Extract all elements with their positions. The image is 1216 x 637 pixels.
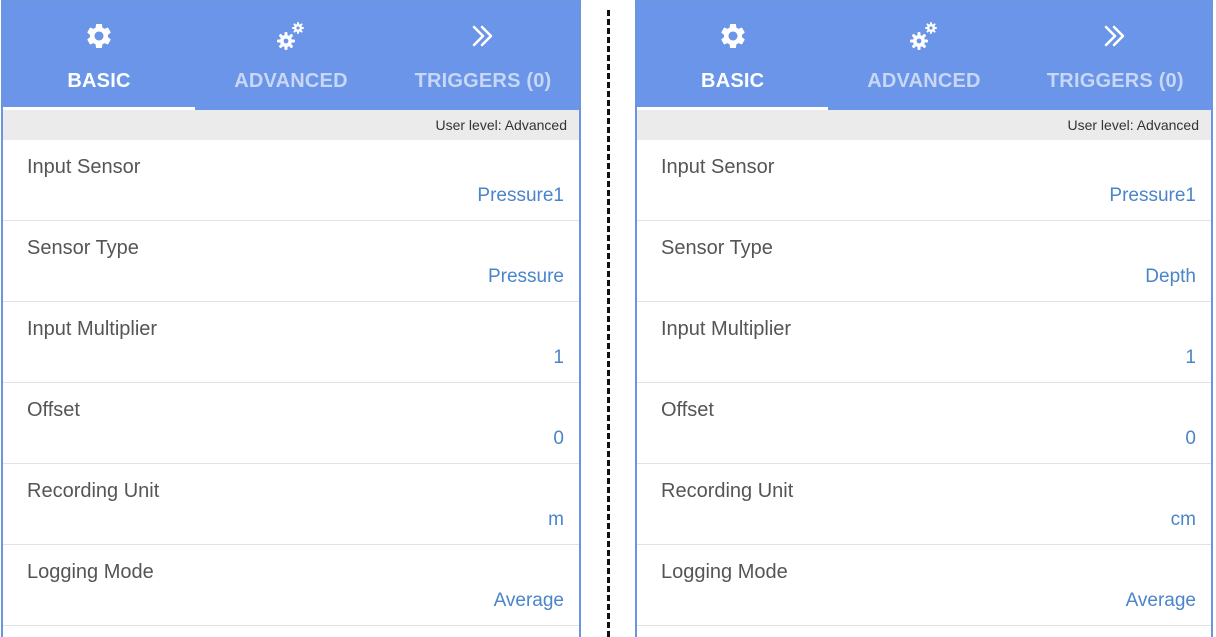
tab-bar: BASIC ADVANCED TRIGGERS (0)	[637, 2, 1211, 110]
setting-label: Offset	[27, 399, 80, 421]
setting-value: 0	[1185, 428, 1196, 449]
setting-label: Input Sensor	[661, 156, 775, 178]
setting-recording-unit[interactable]: Recording Unit m	[3, 464, 579, 545]
user-level-text: User level: Advanced	[1067, 117, 1199, 133]
gear-icon	[718, 19, 748, 53]
tab-triggers[interactable]: TRIGGERS (0)	[1020, 2, 1211, 110]
setting-input-multiplier[interactable]: Input Multiplier 1	[3, 302, 579, 383]
setting-sensor-type[interactable]: Sensor Type Pressure	[3, 221, 579, 302]
gears-icon	[274, 19, 308, 53]
tab-advanced-label: ADVANCED	[234, 70, 348, 92]
tab-basic[interactable]: BASIC	[3, 2, 195, 110]
user-level-bar: User level: Advanced	[3, 110, 579, 140]
user-level-bar: User level: Advanced	[637, 110, 1211, 140]
dashed-divider	[607, 10, 610, 637]
setting-label: Recording Unit	[27, 480, 160, 502]
setting-offset[interactable]: Offset 0	[637, 383, 1211, 464]
tab-triggers[interactable]: TRIGGERS (0)	[387, 2, 579, 110]
setting-value: m	[548, 509, 564, 530]
setting-input-multiplier[interactable]: Input Multiplier 1	[637, 302, 1211, 383]
tab-basic-label: BASIC	[701, 70, 765, 92]
setting-label: Input Multiplier	[661, 318, 792, 340]
setting-label: Recording Unit	[661, 480, 794, 502]
setting-value: cm	[1170, 509, 1196, 530]
setting-logging-mode[interactable]: Logging Mode Average	[637, 545, 1211, 626]
tab-basic[interactable]: BASIC	[637, 2, 829, 110]
setting-logging-mode[interactable]: Logging Mode Average	[3, 545, 579, 626]
setting-value: Average	[1125, 590, 1196, 611]
setting-value: Pressure1	[477, 185, 564, 206]
double-chevron-right-icon	[468, 19, 498, 53]
setting-label: Input Sensor	[27, 156, 141, 178]
setting-input-sensor[interactable]: Input Sensor Pressure1	[3, 140, 579, 221]
setting-label: Sensor Type	[27, 237, 139, 259]
setting-label: Sensor Type	[661, 237, 773, 259]
tab-advanced[interactable]: ADVANCED	[828, 2, 1019, 110]
tab-triggers-label: TRIGGERS (0)	[414, 70, 552, 92]
setting-input-sensor[interactable]: Input Sensor Pressure1	[637, 140, 1211, 221]
setting-value: Average	[493, 590, 564, 611]
tab-bar: BASIC ADVANCED TRIGGERS (0)	[3, 2, 579, 110]
setting-recording-unit[interactable]: Recording Unit cm	[637, 464, 1211, 545]
setting-label: Offset	[661, 399, 714, 421]
tab-advanced[interactable]: ADVANCED	[195, 2, 387, 110]
double-chevron-right-icon	[1100, 19, 1130, 53]
setting-value: 1	[553, 347, 564, 368]
gear-icon	[84, 19, 114, 53]
settings-panel-left: BASIC ADVANCED TRIGGERS (0) User level: …	[1, 0, 581, 637]
setting-sensor-type[interactable]: Sensor Type Depth	[637, 221, 1211, 302]
user-level-text: User level: Advanced	[435, 117, 567, 133]
tab-advanced-label: ADVANCED	[867, 70, 981, 92]
tab-basic-label: BASIC	[67, 70, 131, 92]
setting-value: 1	[1185, 347, 1196, 368]
setting-label: Input Multiplier	[27, 318, 158, 340]
settings-panel-right: BASIC ADVANCED TRIGGERS (0) User level: …	[635, 0, 1213, 637]
setting-value: Pressure	[487, 266, 564, 287]
tab-triggers-label: TRIGGERS (0)	[1046, 70, 1184, 92]
setting-value: 0	[553, 428, 564, 449]
gears-icon	[907, 19, 941, 53]
setting-offset[interactable]: Offset 0	[3, 383, 579, 464]
setting-value: Depth	[1145, 266, 1196, 287]
setting-value: Pressure1	[1109, 185, 1196, 206]
setting-label: Logging Mode	[27, 561, 154, 583]
setting-label: Logging Mode	[661, 561, 788, 583]
